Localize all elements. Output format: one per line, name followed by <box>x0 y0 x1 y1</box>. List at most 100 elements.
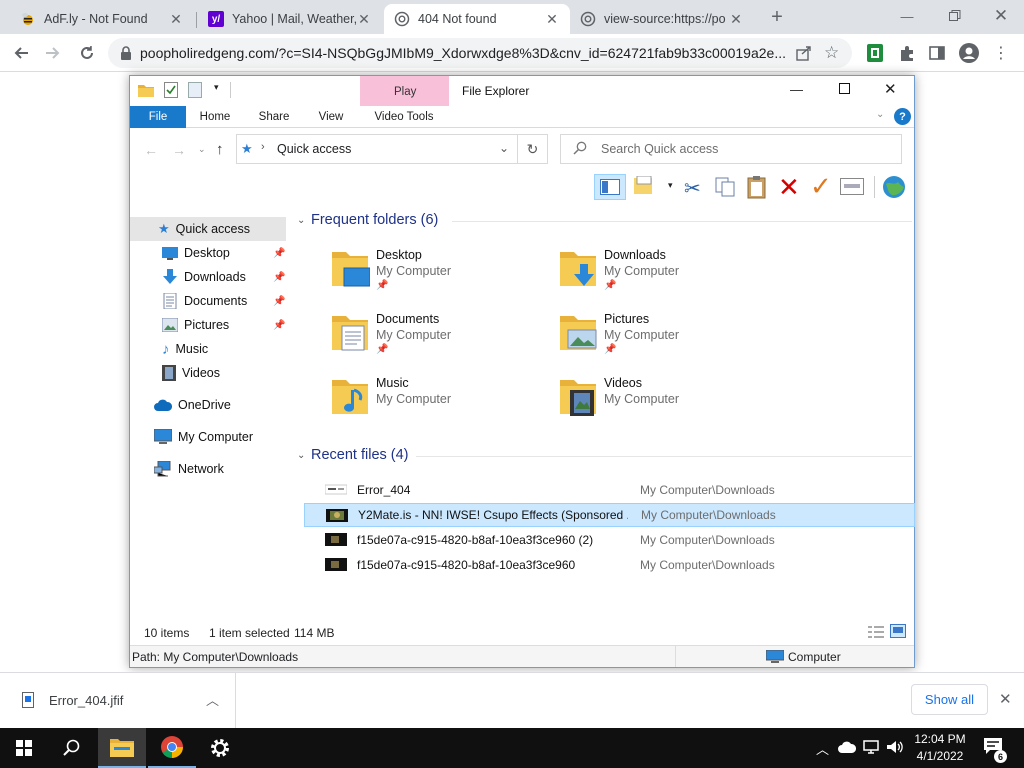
taskbar-file-explorer[interactable] <box>98 728 146 768</box>
sidebar-item-downloads[interactable]: Downloads 📌 <box>130 265 286 289</box>
minimize-window-button[interactable]: — <box>896 5 918 27</box>
sidebar-item-desktop[interactable]: Desktop 📌 <box>130 241 286 265</box>
folder-tile-videos[interactable]: Videos My Computer <box>558 372 778 428</box>
recent-locations-icon[interactable]: ⌄ <box>198 144 206 155</box>
tab-yahoo[interactable]: y/ Yahoo | Mail, Weather, ✕ <box>198 4 382 34</box>
recent-files-header[interactable]: Recent files (4) <box>311 447 409 463</box>
forward-arrow-icon[interactable]: → <box>172 142 186 158</box>
cut-icon[interactable]: ✂ <box>684 176 701 201</box>
collapse-chevron-icon[interactable]: ⌄ <box>297 450 305 461</box>
pin-icon[interactable]: 📌 <box>273 248 285 259</box>
tab-view[interactable]: View <box>310 107 352 127</box>
forward-button[interactable] <box>42 42 64 64</box>
browser-menu-icon[interactable]: ⋮ <box>990 42 1012 64</box>
ribbon-collapse-icon[interactable]: ⌄ <box>876 109 884 120</box>
close-tab-icon[interactable]: ✕ <box>544 11 560 27</box>
search-icon[interactable] <box>48 728 96 768</box>
chevron-up-icon[interactable]: ︿ <box>206 690 219 709</box>
help-icon[interactable]: ? <box>894 108 911 125</box>
sidebar-item-pictures[interactable]: Pictures 📌 <box>130 313 286 337</box>
pin-icon[interactable]: 📌 <box>273 272 285 283</box>
clock-time[interactable]: 12:04 PM <box>912 732 968 746</box>
new-item-icon[interactable] <box>634 176 656 196</box>
download-item[interactable]: Error_404.jfif ︿ <box>0 673 236 728</box>
tab-share[interactable]: Share <box>252 107 296 127</box>
minimize-button[interactable]: — <box>790 82 803 97</box>
close-tab-icon[interactable]: ✕ <box>728 11 744 27</box>
cloud-icon[interactable] <box>838 741 856 753</box>
folder-tile-pictures[interactable]: Pictures My Computer 📌 <box>558 308 778 364</box>
image-file-icon <box>22 692 34 708</box>
frequent-folders-header[interactable]: Frequent folders (6) <box>311 212 438 228</box>
chevron-up-icon[interactable]: ︿ <box>816 739 829 758</box>
collapse-chevron-icon[interactable]: ⌄ <box>297 215 305 226</box>
rename-check-icon[interactable]: ✓ <box>810 171 832 202</box>
pin-icon[interactable]: 📌 <box>273 296 285 307</box>
quick-access-dropdown-icon[interactable]: ▾ <box>214 82 219 93</box>
sidebar-item-music[interactable]: ♪ Music <box>130 337 286 361</box>
extension-green-icon[interactable] <box>864 42 886 64</box>
address-box[interactable]: ★ › Quick access ⌄ <box>236 134 518 164</box>
sidebar-item-quick-access[interactable]: ★ Quick access <box>130 217 286 241</box>
side-panel-icon[interactable] <box>926 42 948 64</box>
recent-file-row[interactable]: Error_404 My Computer\Downloads <box>304 478 915 502</box>
tab-view-source[interactable]: view-source:https://po ✕ <box>570 4 754 34</box>
properties-icon[interactable] <box>840 178 864 196</box>
folder-tile-desktop[interactable]: Desktop My Computer 📌 <box>330 244 550 300</box>
preview-pane-icon[interactable] <box>594 174 626 200</box>
omnibox[interactable]: poopholiredgeng.com/?c=SI4-NSQbGgJMIbM9_… <box>108 38 852 68</box>
share-icon[interactable] <box>796 45 812 61</box>
tab-video-tools[interactable]: Video Tools <box>363 107 445 127</box>
close-tab-icon[interactable]: ✕ <box>356 11 372 27</box>
refresh-icon[interactable]: ↻ <box>518 134 548 164</box>
taskbar-chrome[interactable] <box>148 728 196 768</box>
folder-tile-music[interactable]: Music My Computer <box>330 372 550 428</box>
large-icons-view-icon[interactable] <box>890 624 906 638</box>
paste-icon[interactable] <box>746 175 768 199</box>
delete-icon[interactable]: ✕ <box>778 172 800 203</box>
close-shelf-icon[interactable]: ✕ <box>999 690 1012 708</box>
new-tab-button[interactable]: + <box>766 6 788 28</box>
recent-file-row[interactable]: f15de07a-c915-4820-b8af-10ea3f3ce960 My … <box>304 553 915 577</box>
search-box[interactable]: Search Quick access <box>560 134 902 164</box>
tab-404[interactable]: 404 Not found ✕ <box>384 4 570 34</box>
copy-icon[interactable] <box>714 176 736 198</box>
tab-file[interactable]: File <box>130 106 186 128</box>
maximize-button[interactable] <box>839 83 850 94</box>
network-icon[interactable] <box>863 739 879 755</box>
bookmark-star-icon[interactable]: ☆ <box>824 43 839 63</box>
profile-avatar[interactable] <box>958 42 980 64</box>
new-item-dropdown-icon[interactable]: ▾ <box>668 180 673 191</box>
close-window-button[interactable]: ✕ <box>990 5 1012 27</box>
folder-tile-documents[interactable]: Documents My Computer 📌 <box>330 308 550 364</box>
show-all-button[interactable]: Show all <box>911 684 988 715</box>
new-folder-quick-icon[interactable] <box>188 82 202 98</box>
properties-check-icon[interactable] <box>164 82 178 98</box>
sidebar-item-onedrive[interactable]: OneDrive <box>130 393 286 417</box>
globe-network-icon[interactable] <box>882 175 906 199</box>
sidebar-item-documents[interactable]: Documents 📌 <box>130 289 286 313</box>
clock-date[interactable]: 4/1/2022 <box>912 749 968 763</box>
back-arrow-icon[interactable]: ← <box>144 142 158 158</box>
folder-tile-downloads[interactable]: Downloads My Computer 📌 <box>558 244 778 300</box>
volume-icon[interactable] <box>886 739 904 755</box>
close-tab-icon[interactable]: ✕ <box>168 11 184 27</box>
recent-file-row[interactable]: f15de07a-c915-4820-b8af-10ea3f3ce960 (2)… <box>304 528 915 552</box>
pin-icon[interactable]: 📌 <box>273 320 285 331</box>
recent-file-row-selected[interactable]: Y2Mate.is - NN! IWSE! Csupo Effects (Spo… <box>304 503 915 527</box>
address-dropdown-icon[interactable]: ⌄ <box>499 141 509 155</box>
restore-window-button[interactable] <box>944 5 966 27</box>
back-button[interactable] <box>10 42 32 64</box>
reload-button[interactable] <box>76 42 98 64</box>
tab-adfly[interactable]: AdF.ly - Not Found ✕ <box>10 4 194 34</box>
sidebar-item-my-computer[interactable]: My Computer <box>130 425 286 449</box>
sidebar-item-network[interactable]: Network <box>130 457 286 481</box>
close-button[interactable]: ✕ <box>884 80 897 98</box>
up-arrow-icon[interactable]: ↑ <box>216 141 224 158</box>
sidebar-item-videos[interactable]: Videos <box>130 361 286 385</box>
taskbar-settings-gear-icon[interactable] <box>196 728 244 768</box>
extensions-puzzle-icon[interactable] <box>896 42 918 64</box>
details-view-icon[interactable] <box>868 625 884 639</box>
tab-home[interactable]: Home <box>192 107 238 127</box>
start-button[interactable] <box>0 728 48 768</box>
